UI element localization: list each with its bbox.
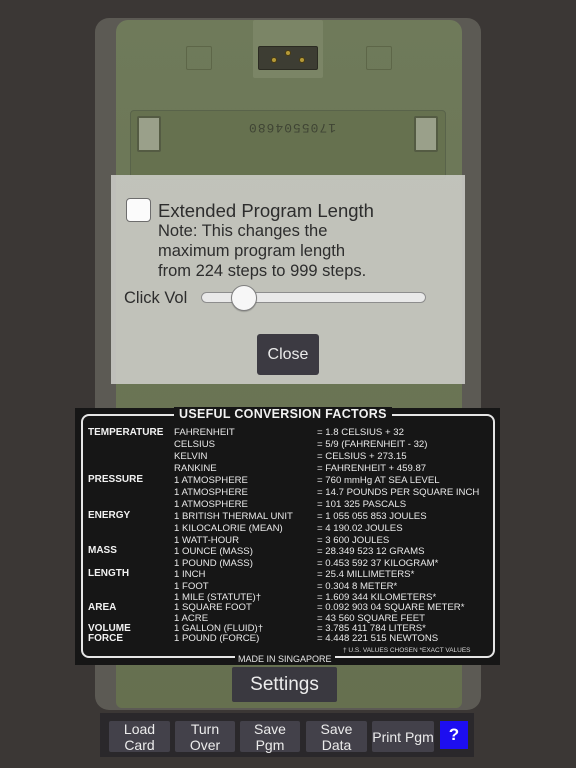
conversion-value: = 28.349 523 12 GRAMS bbox=[317, 546, 425, 557]
category-energy: ENERGY bbox=[88, 510, 131, 521]
settings-button[interactable]: Settings bbox=[232, 667, 337, 702]
latch-right bbox=[414, 116, 438, 152]
conversion-unit: 1 POUND (FORCE) bbox=[174, 633, 260, 644]
conversion-unit: 1 INCH bbox=[174, 569, 206, 580]
conversion-unit: 1 ATMOSPHERE bbox=[174, 499, 248, 510]
connector-pin bbox=[271, 57, 277, 63]
load-card-button[interactable]: Load Card bbox=[109, 721, 170, 753]
conversion-value: = 14.7 POUNDS PER SQUARE INCH bbox=[317, 487, 480, 498]
conversion-value: = 4.448 221 515 NEWTONS bbox=[317, 633, 439, 644]
serial-number: 1705504680 bbox=[248, 120, 337, 135]
help-button[interactable]: ? bbox=[440, 721, 468, 749]
category-length: LENGTH bbox=[88, 568, 130, 579]
conversion-unit: CELSIUS bbox=[174, 439, 216, 450]
print-pgm-button[interactable]: Print Pgm bbox=[372, 721, 434, 752]
save-data-button[interactable]: Save Data bbox=[306, 721, 367, 753]
conversion-value: = 25.4 MILLIMETERS* bbox=[317, 569, 415, 580]
conversion-value: = 5/9 (FAHRENHEIT - 32) bbox=[317, 439, 428, 450]
extended-program-checkbox[interactable] bbox=[126, 198, 151, 222]
note-line: from 224 steps to 999 steps. bbox=[158, 262, 367, 280]
conversion-unit: 1 BRITISH THERMAL UNIT bbox=[174, 511, 293, 522]
conversion-value: = FAHRENHEIT + 459.87 bbox=[317, 463, 427, 474]
conversion-value: = 101 325 PASCALS bbox=[317, 499, 407, 510]
category-temperature: TEMPERATURE bbox=[88, 427, 164, 438]
category-force: FORCE bbox=[88, 633, 123, 644]
side-notch-right bbox=[366, 46, 392, 70]
click-vol-label: Click Vol bbox=[124, 289, 188, 307]
conversion-value: = CELSIUS + 273.15 bbox=[317, 451, 407, 462]
made-in-label: MADE IN SINGAPORE bbox=[235, 654, 335, 664]
latch-left bbox=[137, 116, 161, 152]
conversion-unit: 1 ATMOSPHERE bbox=[174, 487, 248, 498]
note-line: Note: This changes the bbox=[158, 222, 328, 240]
close-button[interactable]: Close bbox=[257, 334, 319, 375]
turn-over-button[interactable]: Turn Over bbox=[175, 721, 235, 753]
category-pressure: PRESSURE bbox=[88, 474, 144, 485]
conversion-value: = 760 mmHg AT SEA LEVEL bbox=[317, 475, 440, 486]
category-area: AREA bbox=[88, 602, 117, 613]
conversion-value: = 1.8 CELSIUS + 32 bbox=[317, 427, 404, 438]
conversion-unit: 1 KILOCALORIE (MEAN) bbox=[174, 523, 283, 534]
conversion-value: = 4 190.02 JOULES bbox=[317, 523, 403, 534]
conversion-unit: 1 ATMOSPHERE bbox=[174, 475, 248, 486]
save-pgm-button[interactable]: Save Pgm bbox=[240, 721, 300, 753]
side-notch-left bbox=[186, 46, 212, 70]
note-line: maximum program length bbox=[158, 242, 346, 260]
extended-program-note: Note: This changes the maximum program l… bbox=[158, 221, 458, 281]
conversion-panel-title: USEFUL CONVERSION FACTORS bbox=[174, 407, 392, 421]
conversion-value: = 1 055 055 853 JOULES bbox=[317, 511, 427, 522]
category-mass: MASS bbox=[88, 545, 117, 556]
conversion-panel-frame bbox=[81, 414, 495, 658]
conversion-footnote: † U.S. VALUES CHOSEN *EXACT VALUES bbox=[343, 647, 471, 654]
extended-program-label: Extended Program Length bbox=[158, 200, 374, 221]
conversion-unit: RANKINE bbox=[174, 463, 217, 474]
connector-pin bbox=[285, 50, 291, 56]
click-vol-slider-knob[interactable] bbox=[230, 285, 257, 311]
conversion-unit: FAHRENHEIT bbox=[174, 427, 235, 438]
connector-pin bbox=[299, 57, 305, 63]
conversion-unit: 1 OUNCE (MASS) bbox=[174, 546, 253, 557]
conversion-unit: KELVIN bbox=[174, 451, 208, 462]
